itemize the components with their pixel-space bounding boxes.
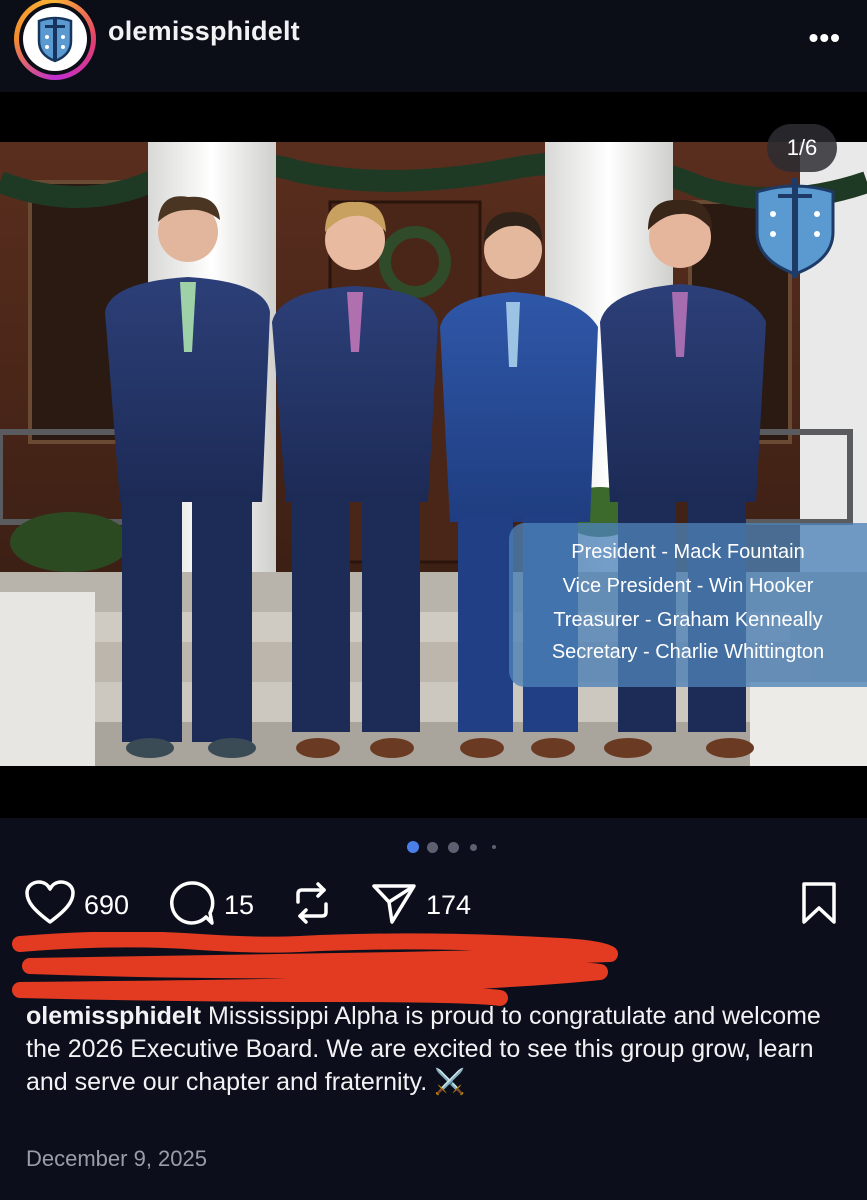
profile-avatar[interactable] (14, 0, 96, 80)
post-photo[interactable]: President - Mack Fountain Vice President… (0, 142, 867, 766)
share-count: 174 (426, 889, 472, 920)
board-line-treasurer: Treasurer - Graham Kenneally (553, 609, 823, 631)
comment-count: 15 (224, 889, 255, 920)
like-action[interactable]: 690 (24, 879, 130, 931)
photo-letterbox-top (0, 92, 867, 142)
repost-icon[interactable] (290, 880, 334, 931)
comment-icon[interactable] (168, 879, 216, 932)
heart-icon[interactable] (24, 879, 76, 931)
board-line-vice-president: Vice President - Win Hooker (562, 575, 814, 597)
carousel-dot[interactable] (492, 845, 496, 849)
crest-icon (23, 7, 87, 71)
repost-action[interactable] (290, 880, 334, 930)
share-action[interactable]: 174 (370, 880, 471, 930)
carousel-counter: 1/6 (767, 124, 837, 172)
bookmark-icon[interactable] (800, 881, 838, 930)
carousel-dot[interactable] (448, 842, 459, 853)
like-count: 690 (84, 889, 130, 920)
caption-username[interactable]: olemissphidelt (26, 1002, 201, 1030)
carousel-dots[interactable] (0, 840, 867, 854)
board-line-secretary: Secretary - Charlie Whittington (551, 641, 825, 663)
post-header: olemissphidelt ••• (0, 0, 867, 92)
board-line-president: President - Mack Fountain (571, 541, 805, 563)
carousel-dot[interactable] (470, 844, 477, 851)
post-date: December 9, 2025 (26, 1146, 207, 1171)
comment-action[interactable]: 15 (168, 880, 254, 930)
more-options-icon[interactable]: ••• (809, 22, 841, 54)
send-icon[interactable] (370, 880, 418, 931)
save-action[interactable] (800, 880, 838, 930)
carousel-dot-active[interactable] (407, 841, 419, 853)
executive-board-overlay: President - Mack Fountain Vice President… (509, 523, 867, 687)
header-username[interactable]: olemissphidelt (108, 16, 300, 47)
photo-letterbox-bottom (0, 766, 867, 818)
carousel-dot[interactable] (427, 842, 438, 853)
post-caption: olemissphidelt Mississippi Alpha is prou… (26, 1000, 846, 1099)
